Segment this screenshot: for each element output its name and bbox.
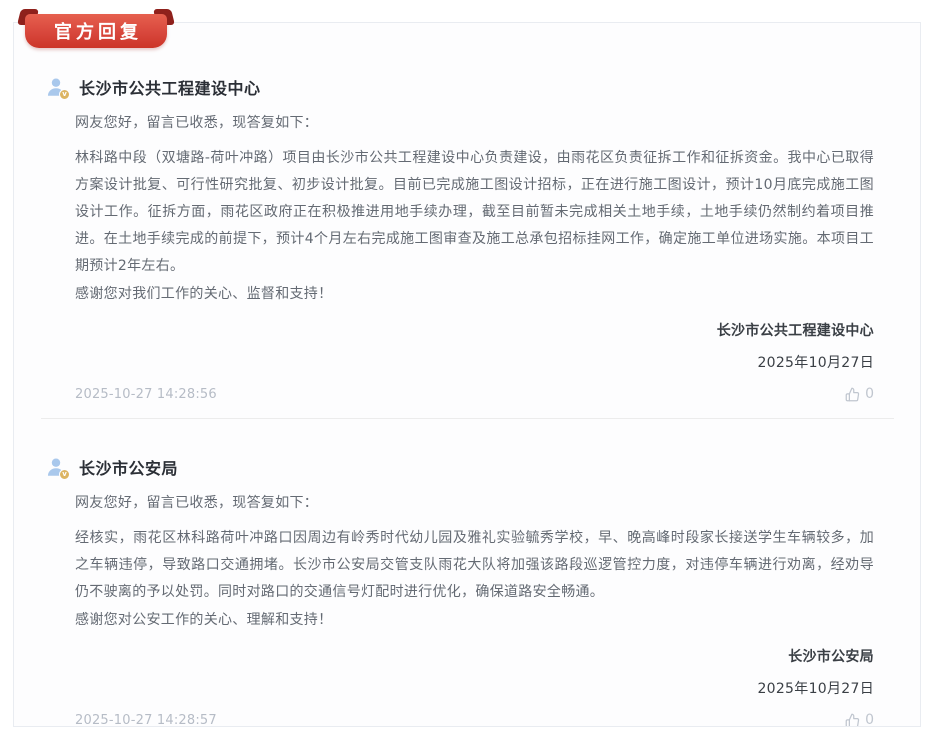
reply-card-header: v 长沙市公安局	[45, 455, 874, 479]
official-reply-card: v 长沙市公安局 网友您好，留言已收悉，现答复如下： 经核实，雨花区林科路荷叶冲…	[14, 419, 920, 727]
reply-body: 林科路中段（双塘路-荷叶冲路）项目由长沙市公共工程建设中心负责建设，由雨花区负责…	[75, 145, 874, 280]
like-count: 0	[865, 712, 874, 727]
reply-signature: 长沙市公共工程建设中心	[75, 318, 874, 345]
reply-thanks: 感谢您对我们工作的关心、监督和支持！	[75, 281, 874, 308]
like-button[interactable]: 0	[845, 712, 874, 727]
official-reply-card: v 长沙市公共工程建设中心 网友您好，留言已收悉，现答复如下： 林科路中段（双塘…	[14, 23, 920, 418]
reply-greeting: 网友您好，留言已收悉，现答复如下：	[75, 491, 874, 515]
reply-signature: 长沙市公安局	[75, 644, 874, 671]
agency-name: 长沙市公安局	[79, 455, 178, 479]
verified-badge-icon: v	[59, 469, 70, 480]
reply-sign-date: 2025年10月27日	[75, 350, 874, 377]
reply-card-footer: 2025-10-27 14:28:56 0	[75, 386, 874, 402]
reply-card-content: 网友您好，留言已收悉，现答复如下： 林科路中段（双塘路-荷叶冲路）项目由长沙市公…	[75, 111, 874, 402]
thumbs-up-icon	[845, 713, 860, 728]
replies-panel: v 长沙市公共工程建设中心 网友您好，留言已收悉，现答复如下： 林科路中段（双塘…	[13, 22, 921, 727]
official-reply-page: 官方回复 v 长沙市公共工程建设中心 网友您好，留言已收悉，现答复如下： 林科路…	[0, 0, 932, 742]
reply-timestamp: 2025-10-27 14:28:57	[75, 713, 217, 728]
agency-avatar-icon: v	[45, 456, 67, 478]
agency-name: 长沙市公共工程建设中心	[79, 75, 261, 99]
ribbon-body: 官方回复	[25, 14, 167, 48]
reply-card-header: v 长沙市公共工程建设中心	[45, 75, 874, 99]
reply-timestamp: 2025-10-27 14:28:56	[75, 387, 217, 402]
thumbs-up-icon	[845, 387, 860, 402]
official-reply-ribbon: 官方回复	[18, 8, 174, 52]
ribbon-label: 官方回复	[50, 18, 142, 44]
reply-thanks: 感谢您对公安工作的关心、理解和支持！	[75, 607, 874, 634]
verified-badge-icon: v	[59, 89, 70, 100]
reply-sign-date: 2025年10月27日	[75, 676, 874, 703]
reply-greeting: 网友您好，留言已收悉，现答复如下：	[75, 111, 874, 135]
agency-avatar-icon: v	[45, 76, 67, 98]
like-count: 0	[865, 386, 874, 402]
like-button[interactable]: 0	[845, 386, 874, 402]
reply-card-footer: 2025-10-27 14:28:57 0	[75, 712, 874, 727]
reply-card-content: 网友您好，留言已收悉，现答复如下： 经核实，雨花区林科路荷叶冲路口因周边有岭秀时…	[75, 491, 874, 727]
reply-body: 经核实，雨花区林科路荷叶冲路口因周边有岭秀时代幼儿园及雅礼实验毓秀学校，早、晚高…	[75, 525, 874, 606]
